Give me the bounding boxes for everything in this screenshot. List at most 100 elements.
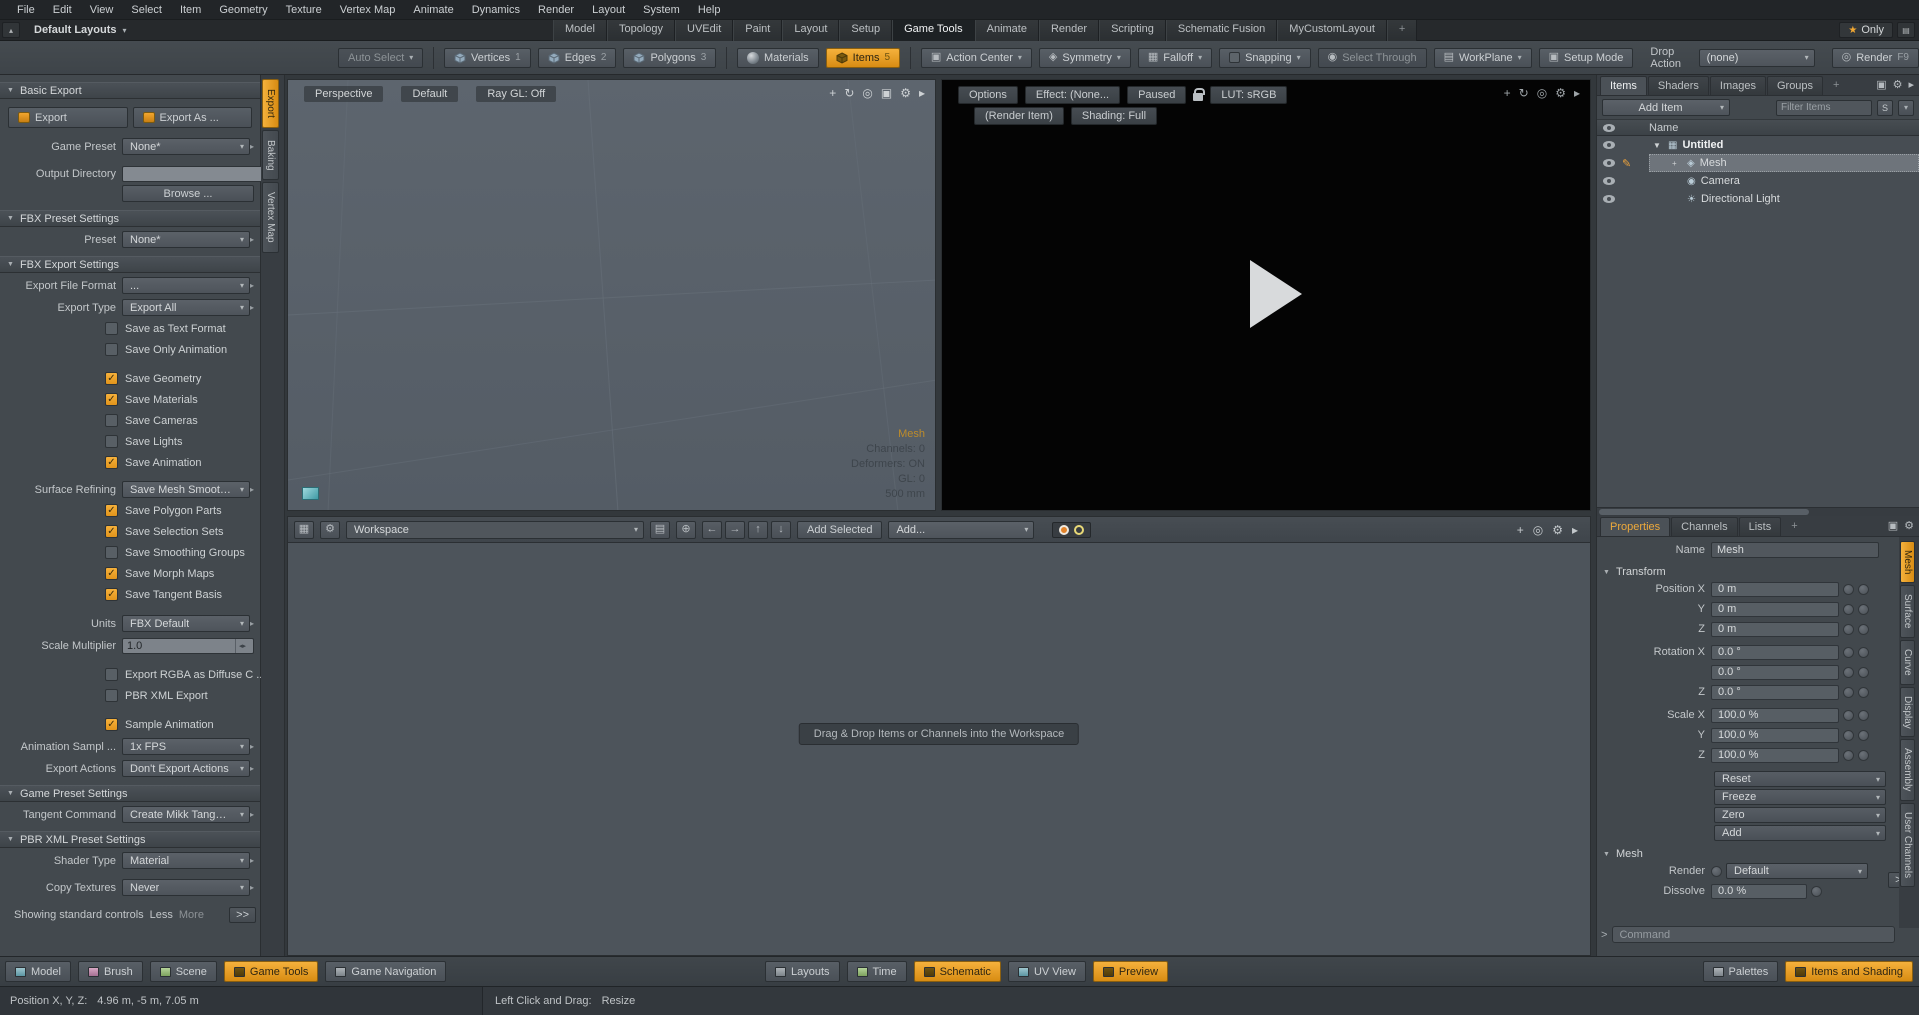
lock-icon[interactable] [1193, 93, 1203, 101]
shading-dropdown[interactable]: Shading: Full [1071, 107, 1157, 125]
shader-type-dropdown[interactable]: Material [122, 852, 250, 869]
side-tab-mesh[interactable]: Mesh [1900, 541, 1915, 583]
materials-mode-button[interactable]: Materials [737, 48, 819, 68]
tab-properties[interactable]: Properties [1600, 517, 1670, 536]
menu-dynamics[interactable]: Dynamics [463, 2, 529, 18]
tab-groups[interactable]: Groups [1767, 76, 1823, 95]
pbr-xml-export-checkbox[interactable] [105, 689, 118, 702]
expand-form-button[interactable]: >> [229, 907, 256, 923]
name-column-header[interactable]: Name [1649, 122, 1678, 134]
envelope-dot-icon[interactable] [1858, 667, 1869, 678]
tab-shaders[interactable]: Shaders [1648, 76, 1709, 95]
flyout-icon[interactable]: ▸ [1574, 87, 1580, 99]
zoom-icon[interactable]: ◎ [1537, 87, 1547, 99]
tab-topology[interactable]: Topology [607, 20, 675, 41]
tab-schematic-fusion[interactable]: Schematic Fusion [1166, 20, 1277, 41]
play-button[interactable] [1250, 260, 1302, 328]
popup-arrow-icon[interactable]: ▸ [250, 142, 254, 151]
channel-dot-icon[interactable] [1843, 750, 1854, 761]
polygons-mode-button[interactable]: Polygons 3 [623, 48, 716, 68]
items-mode-button[interactable]: Items 5 [826, 48, 900, 68]
select-through-button[interactable]: ◉ Select Through [1318, 48, 1427, 68]
channel-dot-icon[interactable] [1843, 647, 1854, 658]
render-preview-viewport[interactable]: Options Effect: (None... Paused LUT: sRG… [941, 79, 1591, 511]
menu-view[interactable]: View [81, 2, 123, 18]
save-smoothing-groups-checkbox[interactable] [105, 546, 118, 559]
save-lights-checkbox[interactable] [105, 435, 118, 448]
schematic-button[interactable]: Schematic [914, 961, 1001, 982]
tree-row-camera[interactable]: ◉ Camera [1597, 172, 1919, 190]
game-preset-dropdown[interactable]: None* [122, 138, 250, 155]
viewport-3d[interactable]: Perspective Default Ray GL: Off + ↻ ◎ ▣ … [287, 79, 936, 511]
tab-channels[interactable]: Channels [1671, 517, 1737, 536]
save-cameras-checkbox[interactable] [105, 414, 118, 427]
envelope-dot-icon[interactable] [1858, 604, 1869, 615]
popup-arrow-icon[interactable]: ▸ [250, 235, 254, 244]
menu-animate[interactable]: Animate [404, 2, 462, 18]
tangent-command-dropdown[interactable]: Create Mikk Tangent Basis [122, 806, 250, 823]
channel-dot-icon[interactable] [1843, 624, 1854, 635]
item-label[interactable]: Directional Light [1701, 193, 1780, 205]
animation-sample-dropdown[interactable]: 1x FPS [122, 738, 250, 755]
pan-icon[interactable]: + [1517, 524, 1524, 536]
save-animation-checkbox[interactable] [105, 456, 118, 469]
only-button[interactable]: ★ Only [1839, 22, 1893, 38]
link-icon[interactable]: ⊕ [676, 521, 696, 539]
workspace-dropdown[interactable]: Workspace [346, 521, 644, 539]
pan-icon[interactable]: + [1504, 87, 1511, 99]
render-button[interactable]: ◎ Render F9 [1832, 48, 1919, 68]
export-actions-dropdown[interactable]: Don't Export Actions [122, 760, 250, 777]
symmetry-button[interactable]: ◈ Symmetry ▾ [1039, 48, 1131, 68]
popup-arrow-icon[interactable]: ▸ [250, 485, 254, 494]
section-fbx-preset[interactable]: FBX Preset Settings [0, 210, 260, 227]
channel-dot-icon[interactable] [1811, 886, 1822, 897]
envelope-dot-icon[interactable] [1858, 624, 1869, 635]
side-tab-user-channels[interactable]: User Channels [1900, 803, 1915, 887]
tab-images[interactable]: Images [1710, 76, 1766, 95]
position-z-field[interactable]: 0 m [1711, 622, 1839, 637]
add-selected-button[interactable]: Add Selected [797, 521, 882, 539]
tree-row-directional-light[interactable]: ☀ Directional Light [1597, 190, 1919, 208]
scale-z-field[interactable]: 100.0 % [1711, 748, 1839, 763]
menu-file[interactable]: File [8, 2, 44, 18]
layout-list-icon[interactable]: ▤ [1897, 22, 1915, 38]
uv-view-button[interactable]: UV View [1008, 961, 1086, 982]
menu-system[interactable]: System [634, 2, 689, 18]
save-morph-maps-checkbox[interactable] [105, 567, 118, 580]
tab-paint[interactable]: Paint [733, 20, 782, 41]
menu-select[interactable]: Select [122, 2, 171, 18]
rotation-y-field[interactable]: 0.0 ° [1711, 665, 1839, 680]
menu-help[interactable]: Help [689, 2, 730, 18]
expander-icon[interactable]: ▼ [1653, 141, 1663, 150]
gear-icon[interactable]: ⚙ [1893, 80, 1903, 91]
section-game-preset-settings[interactable]: Game Preset Settings [0, 785, 260, 802]
side-tab-display[interactable]: Display [1900, 687, 1915, 738]
channel-dot-icon[interactable] [1843, 667, 1854, 678]
auto-select-button[interactable]: Auto Select ▾ [338, 48, 423, 68]
options-button[interactable]: Options [958, 86, 1018, 104]
add-item-dropdown[interactable]: Add Item [1602, 99, 1730, 116]
filter-options-button[interactable]: ▾ [1898, 100, 1914, 116]
tab-game-tools[interactable]: Game Tools [892, 20, 975, 41]
highlight-circle-icon[interactable] [1074, 525, 1084, 535]
scale-y-field[interactable]: 100.0 % [1711, 728, 1839, 743]
model-palette-button[interactable]: Model [5, 961, 71, 982]
channel-dot-icon[interactable] [1843, 687, 1854, 698]
popup-arrow-icon[interactable]: ▸ [250, 281, 254, 290]
browse-button[interactable]: Browse ... [122, 185, 254, 202]
position-y-field[interactable]: 0 m [1711, 602, 1839, 617]
items-and-shading-button[interactable]: Items and Shading [1785, 961, 1913, 982]
save-materials-checkbox[interactable] [105, 393, 118, 406]
vtab-export[interactable]: Export [262, 79, 279, 128]
falloff-button[interactable]: ▦ Falloff ▾ [1138, 48, 1212, 68]
popup-arrow-icon[interactable]: ▸ [250, 303, 254, 312]
edges-mode-button[interactable]: Edges 2 [538, 48, 617, 68]
tab-mycustomlayout[interactable]: MyCustomLayout [1277, 20, 1387, 41]
maximize-icon[interactable]: ▣ [1876, 80, 1886, 91]
tab-render[interactable]: Render [1039, 20, 1099, 41]
export-file-format-dropdown[interactable]: ... [122, 277, 250, 294]
zoom-icon[interactable]: ◎ [1533, 524, 1543, 536]
search-mode-button[interactable]: S [1877, 100, 1893, 116]
perspective-dropdown[interactable]: Perspective [304, 86, 383, 102]
menu-layout[interactable]: Layout [583, 2, 634, 18]
